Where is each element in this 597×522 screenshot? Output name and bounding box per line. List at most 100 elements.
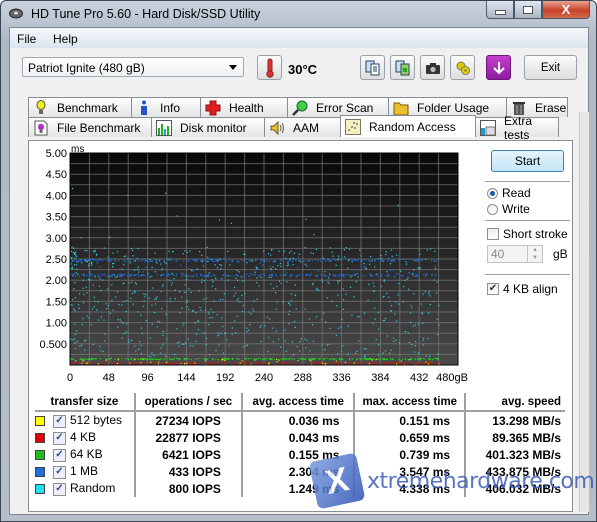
series-checkbox[interactable]: ✓ [53,448,66,462]
screenshot-button[interactable] [420,55,445,80]
data-point-random [160,352,162,354]
data-point-random [254,271,256,273]
data-point-512-bytes [75,360,77,362]
max-access-cell: 4.338 ms [354,480,467,497]
data-point-64-kb [381,358,383,360]
tab-label: AAM [293,120,320,135]
results-row: ✓ 4 KB 22877 IOPS 0.043 ms 0.659 ms 89.365 MB… [35,429,565,446]
data-point-1-mb [98,258,100,261]
drive-select[interactable]: Patriot Ignite (480 gB) [22,57,244,77]
data-point-1-mb [422,274,425,276]
tab-extra-tests[interactable]: Extra tests [475,114,559,142]
data-point-random [294,326,296,329]
options-button[interactable] [450,55,475,80]
data-point-random [428,293,430,295]
tab-file-benchmark[interactable]: File Benchmark [28,117,152,137]
data-point-1-mb [306,260,309,262]
data-point-random [74,282,76,284]
tab-folder-usage[interactable]: Folder Usage [388,97,507,117]
data-point-random [418,323,420,325]
data-point-4-kb [314,362,316,364]
data-point-random [288,252,291,254]
read-radio[interactable]: Read [487,186,531,200]
series-checkbox[interactable]: ✓ [53,482,66,496]
data-point-random [429,295,431,297]
copy-text-button[interactable] [360,55,385,80]
ops-cell: 433 IOPS [134,463,243,480]
data-point-1-mb [173,274,175,276]
data-point-random [107,288,109,290]
maximize-button[interactable] [514,1,542,19]
tab-info[interactable]: Info [131,97,201,117]
data-point-1-mb [232,275,234,277]
copy-image-button[interactable] [390,55,415,80]
write-radio[interactable]: Write [487,202,530,216]
control-panel: Start Read Write Short stroke 40 ▲ ▼ gB … [481,141,574,391]
data-point-4-kb [390,362,392,364]
data-point-64-kb [310,358,312,360]
exit-button[interactable]: Exit [524,55,577,80]
data-point-512-bytes [371,359,373,361]
data-point-4-kb [210,362,212,364]
start-button[interactable]: Start [491,150,564,172]
menu-help[interactable]: Help [53,32,78,46]
data-point-1-mb [254,259,257,261]
tab-health[interactable]: Health [200,97,288,117]
data-point-random [227,250,229,253]
data-point-random [73,264,75,266]
data-point-1-mb [176,273,178,275]
data-point-random [93,306,96,308]
data-point-1-mb [350,258,352,260]
4kb-align-checkbox[interactable]: ✔ 4 KB align [487,282,558,296]
data-point-1-mb [245,258,247,260]
data-point-64-kb [224,357,227,360]
data-point-random [165,262,167,265]
data-point-random [103,319,105,321]
short-stroke-size-input[interactable]: 40 ▲ ▼ [487,245,543,263]
title-bar[interactable]: HD Tune Pro 5.60 - Hard Disk/SSD Utility… [1,1,596,27]
data-point-1-mb [236,275,239,277]
col-transfer-size: transfer size [35,393,136,412]
data-point-1-mb [410,258,412,260]
series-checkbox[interactable]: ✓ [53,414,66,428]
data-point-512-bytes [396,363,398,365]
data-point-random [73,247,75,249]
series-checkbox[interactable]: ✓ [53,465,66,479]
data-point-random [262,250,265,252]
data-point-random [74,297,77,299]
data-point-random [242,346,244,348]
data-point-random [275,330,277,332]
data-point-random [205,297,208,300]
data-point-1-mb [274,260,276,262]
tab-benchmark[interactable]: Benchmark [28,97,132,117]
data-point-random [243,253,245,255]
data-point-random [184,342,187,344]
data-point-1-mb [110,260,112,262]
close-button[interactable]: X [542,1,590,19]
data-point-random [94,300,96,303]
tab-random-access[interactable]: Random Access [340,115,476,137]
save-button[interactable] [486,55,511,80]
minimize-button[interactable] [486,1,514,19]
data-point-random [237,279,239,282]
data-point-4-kb [159,362,161,364]
short-stroke-checkbox[interactable]: Short stroke [487,227,568,241]
temperature-button[interactable] [257,55,282,80]
data-point-random [199,307,201,309]
data-point-random [337,259,339,261]
data-point-4-kb [392,362,394,364]
data-point-1-mb [263,259,265,261]
data-point-random [356,350,358,352]
data-point-1-mb [308,259,311,261]
data-point-512-bytes [376,358,378,361]
tab-error-scan[interactable]: Error Scan [287,97,389,117]
series-checkbox[interactable]: ✓ [53,431,66,445]
data-point-random [138,348,140,350]
scrollbar[interactable] [579,112,589,512]
lightbulb-icon [36,99,46,114]
spinner-arrows[interactable]: ▲ ▼ [527,246,542,262]
tab-aam[interactable]: AAM [264,117,341,137]
menu-file[interactable]: File [17,32,36,46]
data-point-4-kb [252,363,254,365]
tab-disk-monitor[interactable]: Disk monitor [151,117,265,137]
